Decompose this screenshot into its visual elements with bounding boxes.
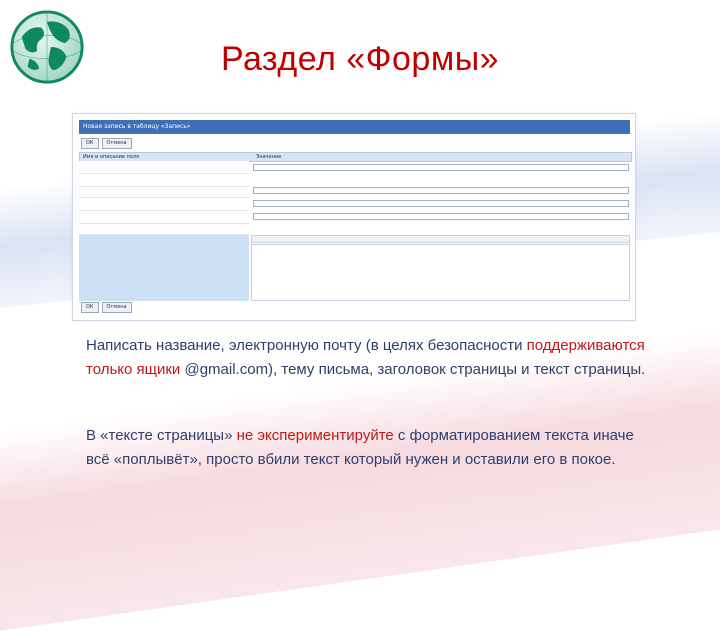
ok-button[interactable]: ОК (81, 137, 99, 149)
instruction-paragraph-1: Написать название, электронную почту (в … (86, 334, 646, 382)
page-text-description (79, 235, 249, 301)
list-item (79, 174, 249, 187)
paragraph-1-text-a: Написать название, электронную почту (в … (86, 337, 527, 354)
screenshot-toolbar: ОК Отмена (79, 136, 630, 150)
list-item (79, 187, 249, 198)
list-item (79, 198, 249, 211)
cancel-button[interactable]: Отмена (101, 137, 132, 149)
field-values (251, 161, 630, 301)
paragraph-2-text-a: В «тексте страницы» (86, 427, 237, 444)
screenshot-footer: ОК Отмена (79, 300, 630, 314)
column-header-value: Значение (256, 154, 282, 160)
ok-button[interactable]: ОК (81, 301, 99, 313)
subject-field[interactable] (253, 200, 629, 207)
column-header-name: Имя и описание поля (83, 154, 140, 160)
slide-title: Раздел «Формы» (220, 40, 500, 78)
list-item (79, 224, 249, 235)
name-field[interactable] (253, 164, 629, 171)
page-text-editor[interactable] (251, 244, 630, 301)
paragraph-2-emphasis: не экспериментируйте (236, 427, 394, 444)
access-option[interactable] (253, 176, 403, 183)
form-screenshot: Новая запись в таблицу «Запись» ОК Отмен… (72, 113, 636, 321)
page-title-field[interactable] (253, 213, 629, 220)
screenshot-header: Новая запись в таблицу «Запись» (79, 120, 630, 134)
email-field[interactable] (253, 187, 629, 194)
cancel-button[interactable]: Отмена (101, 301, 132, 313)
field-descriptions (79, 161, 249, 301)
list-item (79, 161, 249, 174)
list-item (79, 211, 249, 224)
editor-toolbar[interactable] (251, 235, 630, 243)
instruction-paragraph-2: В «тексте страницы» не экспериментируйте… (86, 424, 646, 472)
paragraph-1-text-b: @gmail.com), тему письма, заголовок стра… (184, 361, 646, 378)
